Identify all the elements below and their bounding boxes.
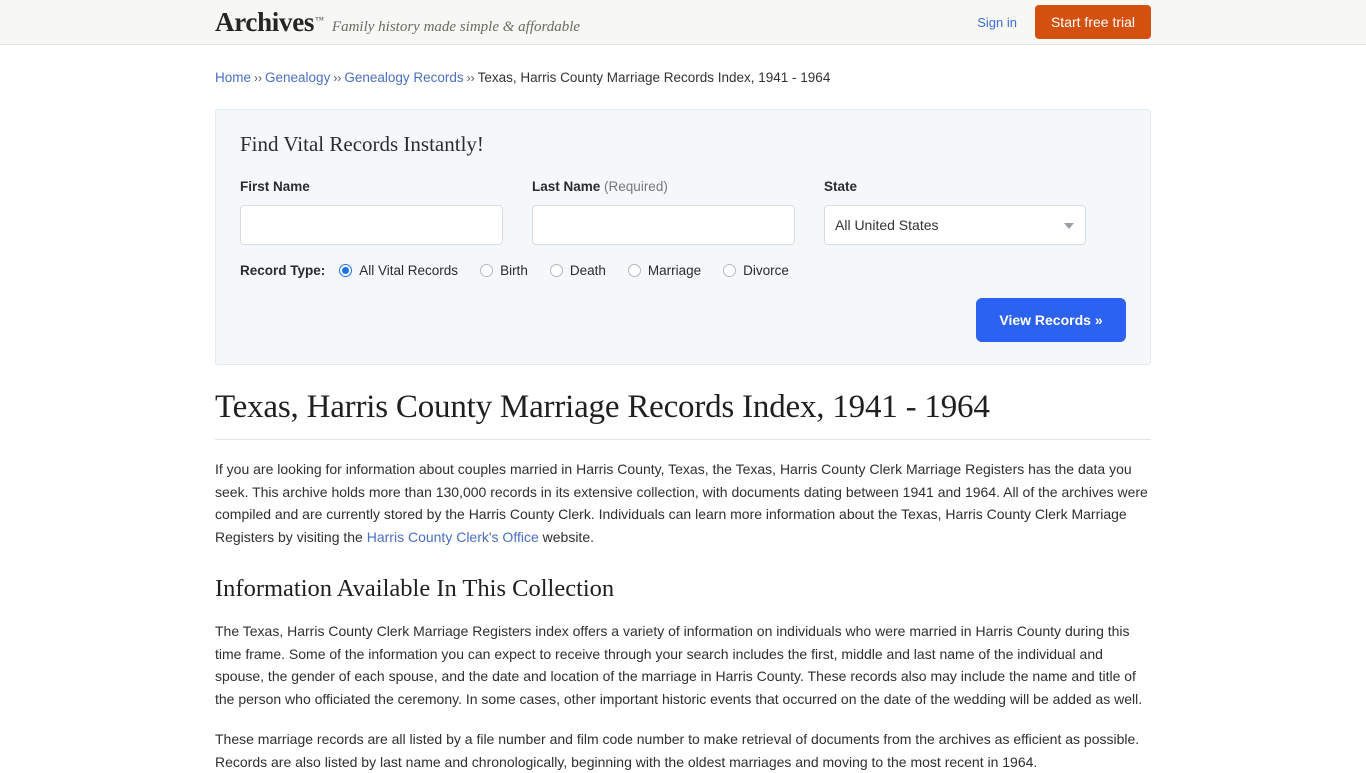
state-select-wrapper: All United States (824, 205, 1086, 245)
radio-death[interactable]: Death (549, 263, 606, 278)
brand-logo[interactable]: Archives ™ Family history made simple & … (215, 6, 581, 37)
breadcrumb-item-genealogy-records[interactable]: Genealogy Records (344, 70, 463, 85)
radio-label: Divorce (743, 263, 789, 278)
header-inner: Archives ™ Family history made simple & … (215, 0, 1151, 44)
state-field-group: State All United States (824, 179, 1086, 245)
search-panel-title: Find Vital Records Instantly! (240, 132, 484, 156)
last-name-label: Last Name (Required) (532, 179, 795, 195)
state-label: State (824, 179, 858, 194)
first-name-input[interactable] (240, 205, 503, 245)
trademark-icon: ™ (315, 14, 324, 25)
state-selected-value: All United States (835, 217, 939, 233)
radio-birth[interactable]: Birth (480, 263, 528, 278)
search-fields-row: First Name Last Name (Required) State Al… (240, 179, 1126, 245)
section-title-information-available: Information Available In This Collection (215, 575, 615, 602)
paragraph-2: The Texas, Harris County Clerk Marriage … (215, 623, 1143, 707)
brand-name: Archives (215, 6, 315, 37)
last-name-input[interactable] (532, 205, 795, 245)
article: Texas, Harris County Marriage Records In… (215, 365, 1151, 773)
brand-tagline: Family history made simple & affordable (331, 18, 581, 35)
radio-label: Birth (500, 263, 528, 278)
first-name-label: First Name (240, 179, 310, 194)
radio-label: Marriage (647, 263, 702, 278)
last-name-required-note: (Required) (604, 179, 668, 194)
radio-label: All Vital Records (359, 263, 459, 278)
breadcrumb: Home ›› Genealogy ›› Genealogy Records ›› Texa… (215, 45, 1151, 87)
page-container: Home ›› Genealogy ›› Genealogy Records ›› Texa… (215, 45, 1151, 773)
header-actions: Sign in Start free trial (977, 5, 1151, 39)
radio-icon (339, 264, 353, 277)
breadcrumb-item-home[interactable]: Home (215, 70, 251, 85)
radio-icon (480, 264, 494, 277)
view-records-button[interactable]: View Records » (976, 298, 1126, 342)
site-header: Archives ™ Family history made simple & … (0, 0, 1366, 45)
intro-text-part2: website. (538, 528, 594, 545)
state-select[interactable]: All United States (824, 205, 1086, 245)
page-title: Texas, Harris County Marriage Records In… (215, 389, 990, 425)
intro-text-part1: If you are looking for information about… (215, 461, 1148, 545)
record-type-label: Record Type: (240, 263, 326, 278)
paragraph-3: These marriage records are all listed by… (215, 731, 1140, 770)
radio-all-vital-records[interactable]: All Vital Records (339, 263, 458, 278)
radio-marriage[interactable]: Marriage (627, 263, 702, 278)
vital-records-search-panel: Find Vital Records Instantly! First Name… (215, 109, 1151, 365)
harris-county-clerk-office-link[interactable]: Harris County Clerk's Office (367, 529, 539, 545)
start-free-trial-button[interactable]: Start free trial (1034, 5, 1151, 39)
breadcrumb-separator-icon: ›› (466, 71, 475, 85)
breadcrumb-item-genealogy[interactable]: Genealogy (265, 70, 330, 85)
radio-divorce[interactable]: Divorce (723, 263, 789, 278)
breadcrumb-separator-icon: ›› (333, 71, 342, 85)
last-name-label-text: Last Name (532, 179, 601, 194)
radio-label: Death (569, 263, 606, 278)
breadcrumb-item-current: Texas, Harris County Marriage Records In… (477, 70, 831, 85)
view-records-row: View Records » (240, 298, 1126, 342)
last-name-field-group: Last Name (Required) (532, 179, 795, 245)
radio-icon (627, 264, 641, 277)
radio-icon (723, 264, 737, 277)
sign-in-link[interactable]: Sign in (977, 15, 1017, 30)
radio-icon (549, 264, 563, 277)
breadcrumb-separator-icon: ›› (254, 71, 263, 85)
record-type-row: Record Type: All Vital Records Birth Dea… (240, 263, 1126, 278)
title-divider (215, 439, 1151, 440)
first-name-field-group: First Name (240, 179, 503, 245)
intro-paragraph: If you are looking for information about… (215, 458, 1151, 548)
